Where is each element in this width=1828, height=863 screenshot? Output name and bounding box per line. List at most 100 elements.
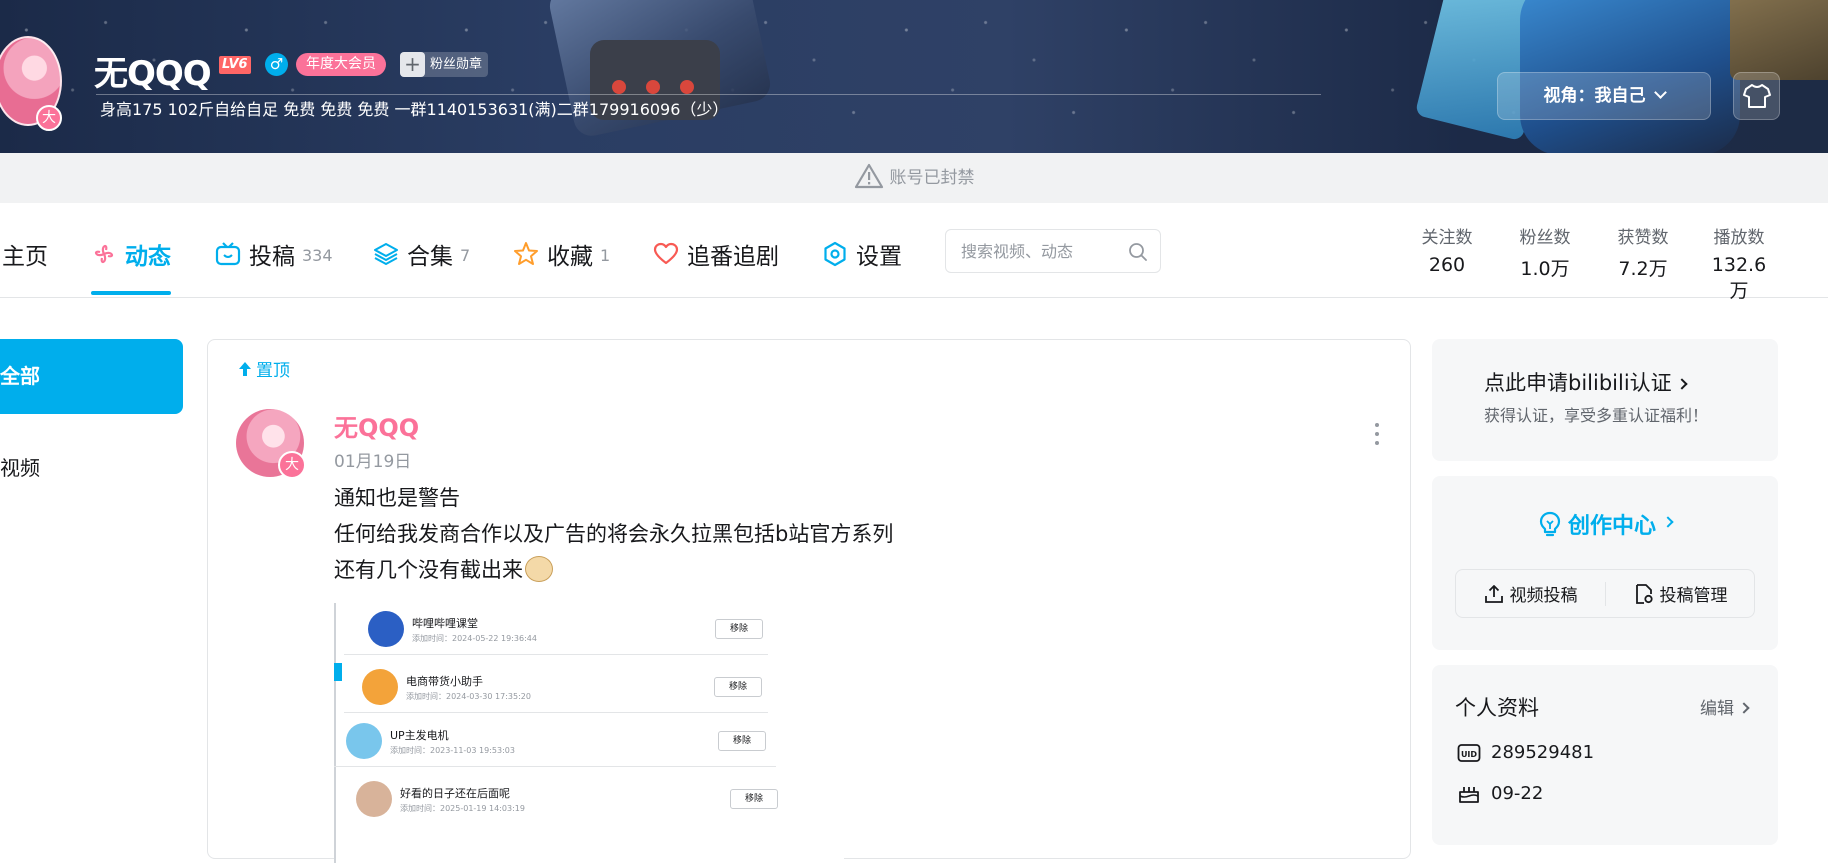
- tab-count: 334: [302, 246, 333, 265]
- star-icon: [514, 242, 538, 265]
- plus-icon: +: [400, 52, 425, 77]
- document-settings-icon: [1635, 583, 1653, 604]
- image-row-remove: 移除: [714, 677, 762, 697]
- filter-label: 全部: [0, 364, 40, 388]
- image-row-time: 添加时间：2024-03-30 17:35:20: [406, 692, 531, 701]
- stat-label: 关注数: [1421, 228, 1473, 248]
- tab-label: 主页: [2, 244, 48, 270]
- creator-center-text: 创作中心: [1567, 514, 1656, 539]
- feed-date[interactable]: 01月19日: [334, 447, 411, 472]
- uid-row: UID 289529481: [1457, 742, 1594, 763]
- image-row-remove: 移除: [718, 731, 766, 751]
- stat-followers[interactable]: 粉丝数 1.0万: [1516, 223, 1574, 281]
- chevron-down-icon: [1653, 86, 1667, 99]
- stat-label: 播放数: [1713, 228, 1765, 248]
- layers-icon: [374, 243, 398, 265]
- tab-settings[interactable]: 设置: [822, 234, 902, 274]
- more-options-icon[interactable]: [1374, 423, 1380, 449]
- image-row-time: 添加时间：2023-11-03 19:53:03: [390, 746, 515, 755]
- image-row-remove: 移除: [730, 789, 778, 809]
- image-row-time: 添加时间：2025-01-19 14:03:19: [400, 804, 525, 813]
- creator-center-card: 创作中心 视频投稿 投稿管理: [1432, 476, 1778, 650]
- image-row-name: 好看的日子还在后面呢: [400, 787, 510, 800]
- image-row-name: 哔哩哔哩课堂: [412, 617, 478, 630]
- image-row: 好看的日子还在后面呢 添加时间：2025-01-19 14:03:19 移除: [334, 773, 778, 825]
- image-row-name: UP主发电机: [390, 729, 449, 742]
- birthday-value: 09-22: [1491, 782, 1544, 804]
- cert-title: 点此申请bilibili认证: [1484, 367, 1688, 397]
- image-row: 哔哩哔哩课堂 添加时间：2024-05-22 19:36:44 移除: [344, 603, 768, 655]
- vip-badge[interactable]: 年度大会员: [296, 53, 386, 76]
- cert-subtitle: 获得认证，享受多重认证福利！: [1484, 406, 1709, 425]
- arrow-up-icon: [239, 361, 251, 376]
- stat-value: 260: [1428, 254, 1466, 276]
- image-row-time: 添加时间：2024-05-22 19:36:44: [412, 634, 537, 643]
- lightbulb-icon: [1539, 511, 1561, 537]
- stat-label: 粉丝数: [1519, 228, 1571, 248]
- image-row: 电商带货小助手 添加时间：2024-03-30 17:35:20 移除: [344, 661, 768, 713]
- account-banned-notice: 账号已封禁: [0, 153, 1828, 203]
- view-perspective-label: 视角：我自己: [1543, 86, 1646, 106]
- pinwheel-icon: [94, 244, 114, 264]
- feed-author-name[interactable]: 无QQQ: [334, 408, 419, 443]
- gender-male-icon: ♂: [265, 53, 288, 76]
- doge-emoji-icon: [525, 556, 553, 582]
- tab-uploads[interactable]: 投稿 334: [215, 234, 333, 274]
- search-icon[interactable]: [1128, 242, 1148, 262]
- tab-dynamic[interactable]: 动态: [91, 234, 171, 274]
- creator-actions: 视频投稿 投稿管理: [1455, 569, 1755, 618]
- upload-video-button[interactable]: 视频投稿: [1456, 570, 1605, 617]
- svg-text:UID: UID: [1461, 750, 1477, 759]
- image-row-avatar: [368, 611, 404, 647]
- feed-content: 通知也是警告 任何给我发商合作以及广告的将会永久拉黑包括b站官方系列 还有几个没…: [334, 480, 893, 588]
- upload-video-label: 视频投稿: [1509, 586, 1578, 606]
- profile-title: 个人资料: [1455, 696, 1539, 720]
- tab-label: 设置: [856, 244, 902, 270]
- tv-icon: [215, 242, 241, 266]
- stat-plays: 播放数 132.6万: [1703, 223, 1775, 303]
- level-badge[interactable]: LV6: [219, 56, 251, 74]
- stat-following[interactable]: 关注数 260: [1418, 223, 1476, 276]
- avatar-vip-badge: 大: [278, 451, 306, 479]
- image-row-avatar: [356, 781, 392, 817]
- filter-label: 视频: [0, 456, 40, 480]
- feed-image[interactable]: 哔哩哔哩课堂 添加时间：2024-05-22 19:36:44 移除 电商带货小…: [334, 603, 844, 863]
- feed-line: 还有几个没有截出来: [334, 558, 523, 582]
- filter-video[interactable]: 视频: [0, 452, 40, 481]
- tab-collections[interactable]: 合集 7: [373, 234, 470, 274]
- fan-medal-button[interactable]: + 粉丝勋章: [400, 52, 489, 77]
- tab-count: 1: [600, 246, 611, 265]
- creator-center-link[interactable]: 创作中心: [1432, 508, 1778, 540]
- profile-banner: 大 无QQQ LV6 ♂ 年度大会员 + 粉丝勋章 身高175 102斤自给自足 …: [0, 0, 1828, 153]
- certification-card[interactable]: 点此申请bilibili认证 获得认证，享受多重认证福利！: [1432, 339, 1778, 461]
- image-row: UP主发电机 添加时间：2023-11-03 19:53:03 移除: [334, 715, 776, 767]
- banner-art-cannon: [1730, 0, 1828, 80]
- space-search: [945, 229, 1161, 273]
- avatar-vip-badge: 大: [36, 105, 62, 131]
- fan-medal-label: 粉丝勋章: [430, 57, 483, 72]
- tab-favorites[interactable]: 收藏 1: [513, 234, 610, 274]
- tab-count: 7: [460, 246, 471, 265]
- tab-bangumi[interactable]: 追番追剧: [653, 234, 779, 274]
- feed-line: 通知也是警告: [334, 486, 460, 510]
- stat-value: 1.0万: [1520, 258, 1570, 280]
- image-row-remove: 移除: [715, 619, 763, 639]
- filter-all[interactable]: 全部: [0, 339, 183, 414]
- tab-label: 追番追剧: [687, 244, 779, 270]
- view-perspective-dropdown[interactable]: 视角：我自己: [1497, 72, 1711, 120]
- tab-home[interactable]: 主页: [2, 234, 48, 274]
- search-input[interactable]: [961, 230, 1121, 272]
- manage-uploads-button[interactable]: 投稿管理: [1606, 570, 1755, 617]
- edit-profile-link[interactable]: 编辑: [1700, 694, 1750, 719]
- profile-info-card: 个人资料 编辑 UID 289529481 09-22: [1432, 665, 1778, 845]
- signature-divider: [96, 94, 1321, 95]
- warning-icon: [854, 163, 883, 189]
- gear-icon: [824, 241, 846, 267]
- feed-line: 任何给我发商合作以及广告的将会永久拉黑包括b站官方系列: [334, 522, 894, 546]
- notice-text: 账号已封禁: [889, 168, 975, 188]
- pinned-label: 置顶: [238, 356, 290, 381]
- dress-up-button[interactable]: [1733, 72, 1780, 120]
- heart-icon: [653, 242, 679, 265]
- active-tab-indicator: [91, 291, 171, 295]
- chevron-right-icon: [1676, 378, 1688, 390]
